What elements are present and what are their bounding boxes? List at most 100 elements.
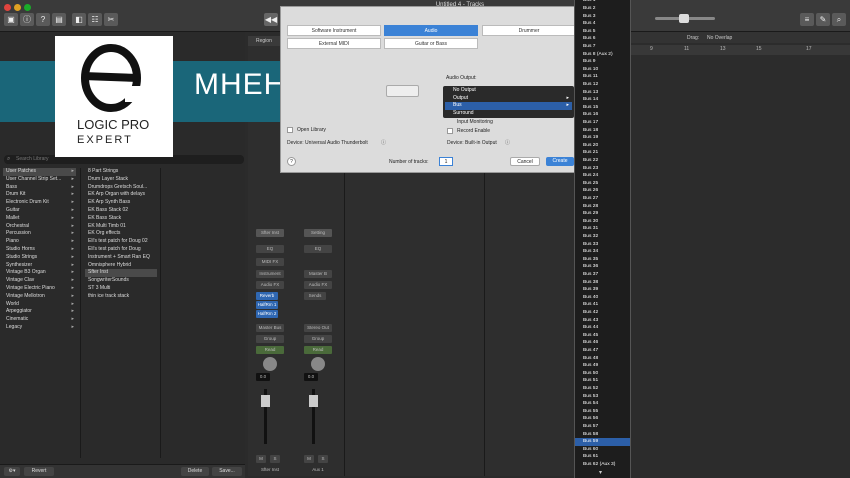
category-item[interactable]: User Patches ▸: [3, 168, 76, 176]
bus-menu-item[interactable]: Bus 33: [575, 241, 630, 249]
send-slot[interactable]: Reverb: [256, 292, 278, 300]
bus-menu-item[interactable]: Bus 13: [575, 89, 630, 97]
tab-guitar-or-bass[interactable]: Guitar or Bass: [384, 38, 478, 49]
audio-input-select[interactable]: [386, 85, 419, 97]
bus-menu-item[interactable]: Bus 62 (Aux 3): [575, 461, 630, 469]
mute-button[interactable]: M: [304, 455, 314, 463]
category-item[interactable]: Cinematic ▸: [3, 316, 76, 324]
info-icon[interactable]: ⓘ: [20, 13, 34, 26]
patch-item[interactable]: EK Arp Synth Bass: [85, 199, 157, 207]
patch-item[interactable]: Drum Layer Stack: [85, 176, 157, 184]
mixer-icon[interactable]: ☷: [88, 13, 102, 26]
bus-menu-item[interactable]: Bus 14: [575, 96, 630, 104]
category-item[interactable]: Synthesizer ▸: [3, 262, 76, 270]
bus-menu-item[interactable]: Bus 41: [575, 301, 630, 309]
bus-menu-item[interactable]: Bus 24: [575, 172, 630, 180]
bus-menu-item[interactable]: Bus 59: [575, 438, 630, 446]
tab-external-midi[interactable]: External MIDI: [287, 38, 381, 49]
bus-menu-item[interactable]: Bus 3: [575, 13, 630, 21]
bus-menu-item[interactable]: Bus 19: [575, 134, 630, 142]
patch-item[interactable]: Drumdrops Gretsch Soul...: [85, 184, 157, 192]
bus-menu-item[interactable]: Bus 34: [575, 248, 630, 256]
bus-menu-item[interactable]: Bus 18: [575, 127, 630, 135]
bus-menu-item[interactable]: Bus 60: [575, 446, 630, 454]
drag-mode-select[interactable]: No Overlap: [707, 35, 732, 41]
bus-menu-item[interactable]: Bus 37: [575, 271, 630, 279]
zoom-icon[interactable]: [24, 4, 31, 11]
bus-menu-item[interactable]: Bus 6: [575, 35, 630, 43]
bus-menu-item[interactable]: Bus 35: [575, 256, 630, 264]
bus-menu-item[interactable]: Bus 8 (Aux 2): [575, 51, 630, 59]
help-button[interactable]: ?: [287, 157, 296, 166]
bus-menu-item[interactable]: Bus 26: [575, 187, 630, 195]
notepad-icon[interactable]: ✎: [816, 13, 830, 26]
category-item[interactable]: Bass ▸: [3, 184, 76, 192]
minimize-icon[interactable]: [14, 4, 21, 11]
category-item[interactable]: Mallet ▸: [3, 215, 76, 223]
output-slot[interactable]: Master Bus: [256, 324, 284, 332]
info-icon[interactable]: ⓘ: [381, 139, 386, 146]
output-menu-item[interactable]: No Output: [445, 87, 572, 95]
bus-menu-item[interactable]: Bus 28: [575, 203, 630, 211]
fader-cap[interactable]: [261, 395, 270, 407]
bus-menu-item[interactable]: Bus 36: [575, 263, 630, 271]
bus-menu-item[interactable]: Bus 20: [575, 142, 630, 150]
patch-item[interactable]: 8 Part Strings: [85, 168, 157, 176]
category-item[interactable]: Orchestral ▸: [3, 223, 76, 231]
save-button[interactable]: Save...: [212, 467, 242, 476]
bus-menu-item[interactable]: Bus 42: [575, 309, 630, 317]
fader-cap[interactable]: [309, 395, 318, 407]
create-button[interactable]: Create: [546, 157, 574, 166]
patch-item[interactable]: EK Bass Stack 02: [85, 207, 157, 215]
scroll-down-arrow-icon[interactable]: ▾: [599, 469, 602, 476]
bus-menu-item[interactable]: Bus 50: [575, 370, 630, 378]
category-item[interactable]: User Channel Strip Set... ▸: [3, 176, 76, 184]
number-of-tracks-input[interactable]: 1: [439, 157, 453, 166]
tab-audio[interactable]: Audio: [384, 25, 478, 36]
bus-menu-item[interactable]: Bus 45: [575, 332, 630, 340]
setting-button[interactable]: Setting: [304, 229, 332, 237]
setting-button[interactable]: Sfter Inst: [256, 229, 284, 237]
bus-menu-item[interactable]: Bus 27: [575, 195, 630, 203]
gear-icon[interactable]: ⚙▾: [4, 467, 20, 476]
patch-item[interactable]: SongwriterSounds: [85, 277, 157, 285]
automation-mode[interactable]: Read: [304, 346, 332, 354]
bus-menu-item[interactable]: Bus 32: [575, 233, 630, 241]
category-item[interactable]: Percussion ▸: [3, 230, 76, 238]
bus-menu-item[interactable]: Bus 4: [575, 20, 630, 28]
bus-menu-item[interactable]: Bus 29: [575, 210, 630, 218]
bus-menu-item[interactable]: Bus 54: [575, 400, 630, 408]
toolbar-icon[interactable]: ▤: [52, 13, 66, 26]
patch-item[interactable]: EK Multi Timb 01: [85, 223, 157, 231]
bus-menu-item[interactable]: Bus 30: [575, 218, 630, 226]
group-slot[interactable]: Group: [304, 335, 332, 343]
solo-button[interactable]: S: [270, 455, 280, 463]
patch-item[interactable]: ST 3 Multi: [85, 285, 157, 293]
instrument-slot[interactable]: Instrument: [256, 270, 284, 278]
bus-menu-item[interactable]: Bus 11: [575, 73, 630, 81]
input-slot[interactable]: Master B: [304, 270, 332, 278]
send-slot[interactable]: Sends: [304, 292, 326, 300]
solo-button[interactable]: S: [318, 455, 328, 463]
category-item[interactable]: World ▸: [3, 301, 76, 309]
pan-knob[interactable]: [311, 357, 325, 371]
category-item[interactable]: Guitar ▸: [3, 207, 76, 215]
bus-menu-item[interactable]: Bus 56: [575, 415, 630, 423]
bus-menu-item[interactable]: Bus 51: [575, 377, 630, 385]
browser-icon[interactable]: ⌕: [832, 13, 846, 26]
bus-menu-item[interactable]: Bus 9: [575, 58, 630, 66]
close-icon[interactable]: [4, 4, 11, 11]
tab-drummer[interactable]: Drummer: [482, 25, 576, 36]
bus-menu-item[interactable]: Bus 10: [575, 66, 630, 74]
patch-item[interactable]: EK Bass Stack: [85, 215, 157, 223]
bus-menu-item[interactable]: Bus 48: [575, 355, 630, 363]
send-slot[interactable]: HalfRm 1: [256, 301, 278, 309]
bus-menu-item[interactable]: Bus 61: [575, 453, 630, 461]
bus-menu-item[interactable]: Bus 7: [575, 43, 630, 51]
group-slot[interactable]: Group: [256, 335, 284, 343]
patch-item[interactable]: Eli's test patch for Doug: [85, 246, 157, 254]
bus-menu-item[interactable]: Bus 16: [575, 111, 630, 119]
category-item[interactable]: Drum Kit ▸: [3, 191, 76, 199]
category-item[interactable]: Vintage Electric Piano ▸: [3, 285, 76, 293]
bus-menu-item[interactable]: Bus 21: [575, 149, 630, 157]
